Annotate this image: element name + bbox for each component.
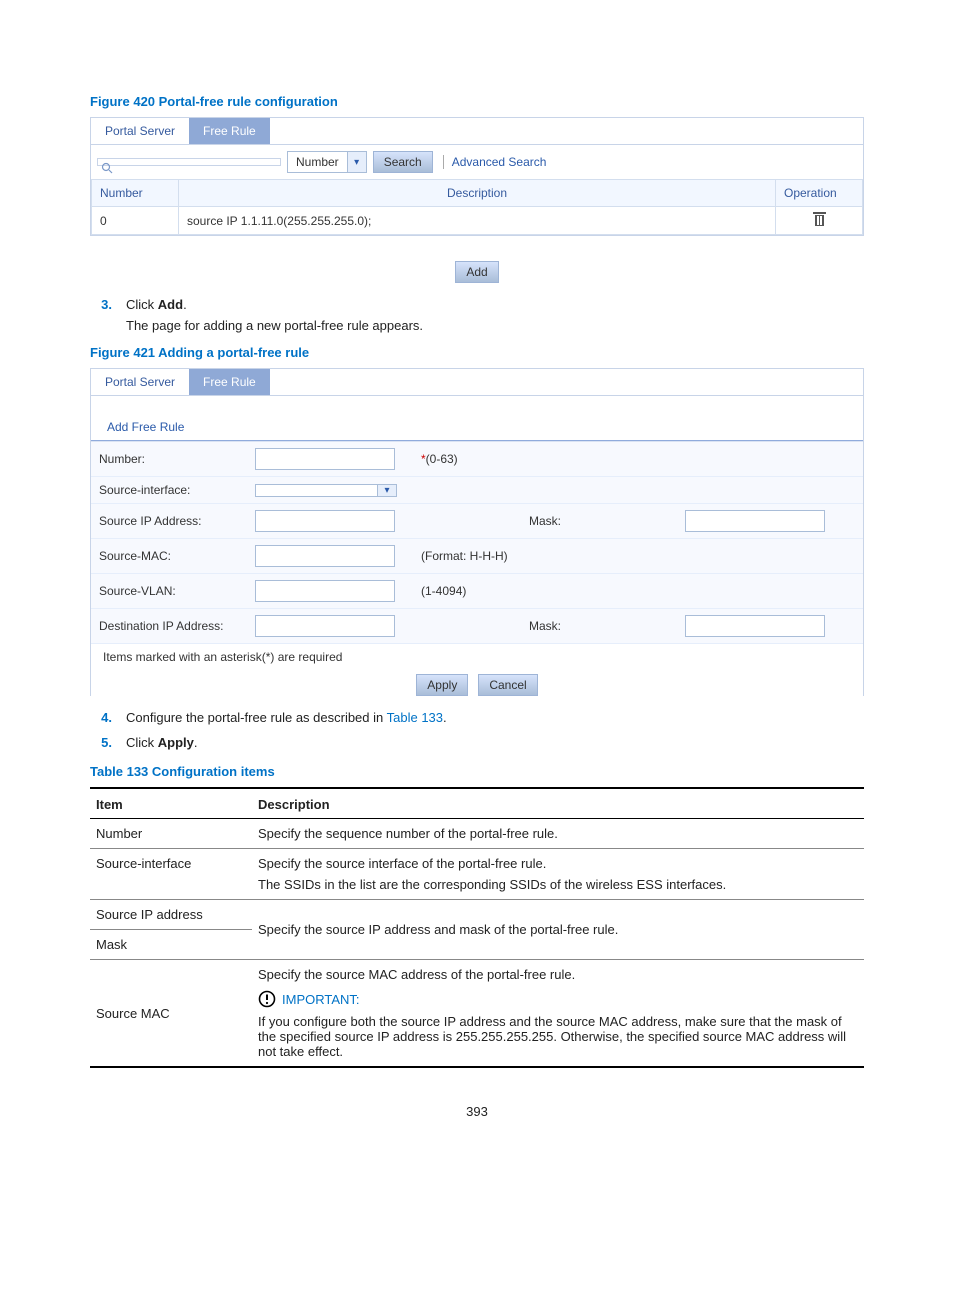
item-source-interface: Source-interface [90,849,252,900]
figure-caption: Figure 421 Adding a portal-free rule [90,345,864,360]
col-number: Number [92,180,179,207]
figure421-panel: Portal Server Free Rule Add Free Rule Nu… [90,368,864,696]
add-button[interactable]: Add [455,261,498,283]
add-rule-form: Number: *(0-63) Source-interface: ▾ Sour… [91,442,863,644]
label-source-interface: Source-interface: [91,477,247,504]
table-caption: Table 133 Configuration items [90,764,864,779]
source-ip-field[interactable] [255,510,395,532]
figure-caption: Figure 420 Portal-free rule configuratio… [90,94,864,109]
important-icon [258,990,276,1008]
search-icon [101,162,113,174]
label-number: Number: [91,442,247,477]
table-header-row: Number Description Operation [92,180,863,207]
table-row: 0 source IP 1.1.11.0(255.255.255.0); [92,207,863,235]
label-source-mac: Source-MAC: [91,539,247,574]
step-text: Click Apply. [126,735,198,750]
desc-source-interface: Specify the source interface of the port… [252,849,864,900]
table-row: Source MAC Specify the source MAC addres… [90,960,864,1068]
number-field[interactable] [255,448,395,470]
search-button[interactable]: Search [373,151,433,173]
hint-source-mac: (Format: H-H-H) [413,539,677,574]
col-description: Description [179,180,776,207]
trash-icon[interactable] [813,212,826,226]
item-source-ip: Source IP address [90,900,252,930]
cell-number: 0 [92,207,179,235]
tab-portal-server[interactable]: Portal Server [91,369,189,395]
label-mask: Mask: [413,504,677,539]
item-number: Number [90,819,252,849]
advanced-search-link[interactable]: Advanced Search [443,155,547,169]
config-items-table: Item Description Number Specify the sequ… [90,787,864,1068]
search-input[interactable] [97,158,281,166]
label-mask: Mask: [413,609,677,644]
item-mask: Mask [90,930,252,960]
source-vlan-field[interactable] [255,580,395,602]
required-note: Items marked with an asterisk(*) are req… [91,644,863,668]
table-row: Source-interface Specify the source inte… [90,849,864,900]
form-title: Add Free Rule [91,396,863,440]
col-operation: Operation [776,180,863,207]
step-subtext: The page for adding a new portal-free ru… [126,318,864,333]
filter-type-value: Number [288,152,347,172]
figure420-panel: Portal Server Free Rule Number ▾ Search … [90,117,864,236]
tab-free-rule[interactable]: Free Rule [189,369,270,395]
table-row: Source IP address Specify the source IP … [90,900,864,930]
label-source-ip: Source IP Address: [91,504,247,539]
source-interface-select[interactable]: ▾ [255,484,397,497]
source-mask-field[interactable] [685,510,825,532]
destination-mask-field[interactable] [685,615,825,637]
rules-table: Number Description Operation 0 source IP… [91,179,863,235]
destination-ip-field[interactable] [255,615,395,637]
tab-free-rule[interactable]: Free Rule [189,118,270,144]
step-number: 3. [90,297,112,312]
desc-source-ip-mask: Specify the source IP address and mask o… [252,900,864,960]
desc-number: Specify the sequence number of the porta… [252,819,864,849]
item-source-mac: Source MAC [90,960,252,1068]
filter-type-select[interactable]: Number ▾ [287,151,367,173]
apply-button[interactable]: Apply [416,674,468,696]
tab-portal-server[interactable]: Portal Server [91,118,189,144]
step-number: 4. [90,710,112,725]
step-text: Configure the portal-free rule as descri… [126,710,447,725]
label-source-vlan: Source-VLAN: [91,574,247,609]
chevron-down-icon: ▾ [347,152,366,172]
col-description: Description [252,788,864,819]
label-destination-ip: Destination IP Address: [91,609,247,644]
cell-description: source IP 1.1.11.0(255.255.255.0); [179,207,776,235]
table-row: Number Specify the sequence number of th… [90,819,864,849]
page-number: 393 [90,1104,864,1119]
search-bar: Number ▾ Search Advanced Search [91,145,863,179]
cancel-button[interactable]: Cancel [478,674,537,696]
desc-source-mac: Specify the source MAC address of the po… [252,960,864,1068]
step-number: 5. [90,735,112,750]
tab-bar: Portal Server Free Rule [91,369,863,396]
source-mac-field[interactable] [255,545,395,567]
hint-number: (0-63) [426,452,458,466]
tab-bar: Portal Server Free Rule [91,118,863,145]
important-heading: IMPORTANT: [258,990,858,1008]
hint-source-vlan: (1-4094) [413,574,677,609]
step-text: Click Add. [126,297,187,312]
table-link[interactable]: Table 133 [387,710,443,725]
chevron-down-icon: ▾ [377,485,396,496]
table-header-row: Item Description [90,788,864,819]
col-item: Item [90,788,252,819]
